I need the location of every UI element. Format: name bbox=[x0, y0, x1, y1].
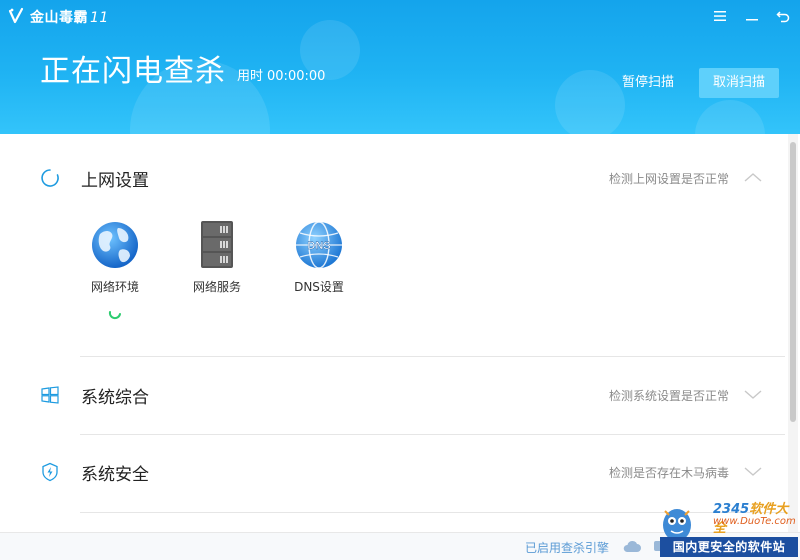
section-divider bbox=[80, 434, 785, 435]
chevron-down-icon[interactable] bbox=[743, 464, 763, 478]
app-version: 11 bbox=[90, 10, 109, 26]
back-button[interactable] bbox=[773, 6, 793, 26]
chevron-up-icon[interactable] bbox=[743, 170, 763, 184]
check-item-dns-settings: DNS DNS设置 bbox=[274, 220, 364, 295]
header: 金山毒霸 11 正在闪电查杀 用时 00:00:00 暂停扫描 取消扫描 bbox=[0, 0, 800, 134]
item-label: DNS设置 bbox=[294, 280, 344, 294]
section-system-security[interactable]: 系统安全 检测是否存在木马病毒 bbox=[0, 452, 790, 492]
menu-icon bbox=[714, 11, 726, 21]
minimize-button[interactable] bbox=[742, 6, 762, 26]
item-label: 网络服务 bbox=[192, 280, 241, 294]
spinner-icon bbox=[108, 311, 121, 320]
scan-status-title: 正在闪电查杀 bbox=[40, 54, 226, 89]
back-icon bbox=[776, 11, 790, 23]
section-title: 系统综合 bbox=[81, 388, 149, 408]
section-system-general[interactable]: 系统综合 检测系统设置是否正常 bbox=[0, 375, 790, 415]
title-bar[interactable]: 金山毒霸 11 bbox=[0, 0, 800, 32]
section-title: 上网设置 bbox=[81, 171, 149, 191]
app-logo-icon bbox=[8, 7, 24, 24]
chevron-down-icon[interactable] bbox=[743, 387, 763, 401]
elapsed-label: 用时 bbox=[237, 69, 264, 84]
section-network-settings[interactable]: 上网设置 检测上网设置是否正常 bbox=[0, 158, 790, 198]
windows-icon bbox=[41, 386, 59, 404]
section-title: 系统安全 bbox=[81, 465, 149, 485]
svg-text:DNS: DNS bbox=[307, 240, 330, 252]
watermark-url: www.DuoTe.com bbox=[713, 516, 796, 527]
section-description: 检测上网设置是否正常 bbox=[609, 172, 730, 186]
elapsed-value: 00:00:00 bbox=[267, 69, 326, 84]
minimize-icon bbox=[746, 19, 758, 21]
server-icon bbox=[201, 221, 233, 268]
dns-globe-icon: DNS bbox=[296, 221, 342, 269]
watermark-banner: 国内更安全的软件站 bbox=[660, 537, 798, 557]
check-item-network-environment: 网络环境 bbox=[70, 220, 160, 295]
loading-ring-icon bbox=[41, 169, 59, 187]
app-name: 金山毒霸 bbox=[30, 10, 88, 26]
check-item-network-service: 网络服务 bbox=[172, 220, 262, 295]
app-title: 金山毒霸 11 bbox=[30, 7, 109, 27]
decor-bubble bbox=[695, 100, 765, 134]
watermark-brand-number: 2345 bbox=[713, 502, 750, 517]
cloud-icon[interactable] bbox=[622, 538, 642, 554]
engine-status-link[interactable]: 已启用查杀引擎 bbox=[525, 539, 609, 556]
elapsed-time: 用时 00:00:00 bbox=[237, 65, 325, 84]
menu-button[interactable] bbox=[710, 6, 730, 26]
section-description: 检测系统设置是否正常 bbox=[609, 389, 730, 403]
globe-icon bbox=[92, 222, 138, 268]
cancel-scan-button[interactable]: 取消扫描 bbox=[699, 68, 779, 98]
item-label: 网络环境 bbox=[90, 280, 139, 294]
scrollbar-thumb[interactable] bbox=[790, 142, 796, 422]
section-divider bbox=[80, 356, 785, 357]
section-description: 检测是否存在木马病毒 bbox=[609, 466, 730, 480]
pause-scan-button[interactable]: 暂停扫描 bbox=[612, 68, 684, 98]
scan-content: 上网设置 检测上网设置是否正常 网络环境 网络服务 DNS DNS设置 系统综合… bbox=[0, 134, 800, 532]
shield-icon bbox=[42, 462, 58, 482]
